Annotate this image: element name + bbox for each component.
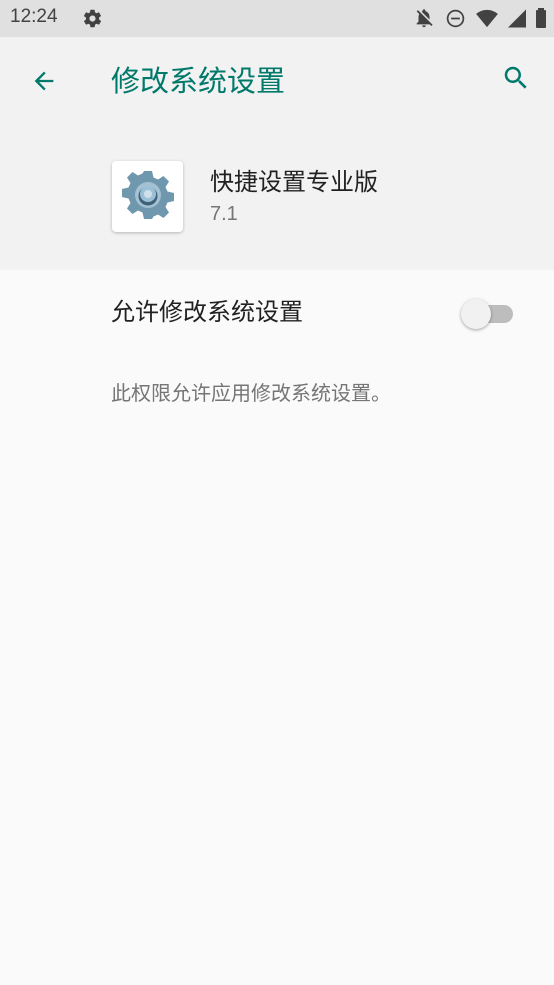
app-version: 7.1 — [210, 203, 238, 225]
status-icons — [413, 7, 546, 29]
search-icon — [501, 63, 531, 97]
status-time: 12:24 — [10, 6, 58, 27]
app-icon — [112, 161, 183, 232]
setting-label: 允许修改系统设置 — [111, 298, 303, 326]
settings-gear-icon — [82, 8, 103, 29]
app-name: 快捷设置专业版 — [210, 168, 378, 196]
gear-app-icon — [120, 167, 176, 227]
cell-signal-icon — [508, 9, 526, 28]
notifications-off-icon — [413, 7, 435, 29]
do-not-disturb-icon — [445, 8, 466, 29]
back-button[interactable] — [20, 59, 68, 107]
toggle-thumb — [461, 299, 491, 329]
allow-modify-settings-row[interactable]: 允许修改系统设置 — [0, 270, 554, 356]
app-header: 修改系统设置 快捷设置专业版 7.1 — [0, 37, 554, 270]
wifi-icon — [476, 8, 498, 28]
allow-modify-settings-toggle[interactable] — [461, 297, 515, 329]
page-title: 修改系统设置 — [111, 64, 286, 98]
battery-icon — [536, 8, 546, 28]
status-bar: 12:24 — [0, 0, 554, 37]
setting-summary: 此权限允许应用修改系统设置。 — [111, 381, 391, 405]
arrow-back-icon — [30, 67, 58, 99]
search-button[interactable] — [492, 56, 540, 104]
